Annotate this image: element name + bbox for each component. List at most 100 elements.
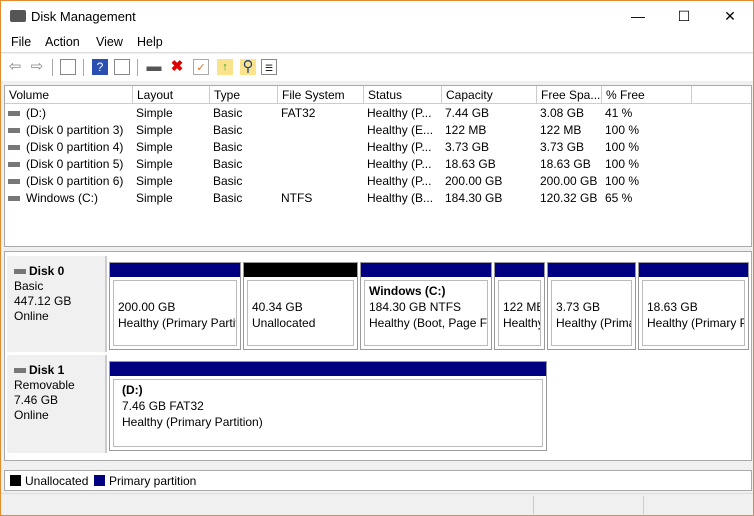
volume-row[interactable]: (Disk 0 partition 6) Simple Basic Healthy (…: [5, 173, 705, 190]
partition-bar: [361, 263, 491, 277]
cell-layout: Simple: [136, 123, 173, 137]
volume-row[interactable]: (D:) Simple Basic FAT32 Healthy (P... 7.44 GB…: [5, 105, 705, 122]
disk-0-label[interactable]: Disk 0 Basic 447.12 GB Online: [7, 256, 107, 352]
disk-icon: [14, 368, 26, 374]
partition-bar: [110, 263, 240, 277]
console-tree-icon[interactable]: [60, 59, 76, 75]
cell-capacity: 184.30 GB: [445, 191, 503, 205]
partition[interactable]: Windows (C:) 184.30 GB NTFS Healthy (Boot,…: [360, 262, 492, 350]
menu-help[interactable]: Help: [137, 35, 163, 49]
partition-bar: [244, 263, 357, 277]
help-icon[interactable]: ?: [92, 59, 108, 75]
open-icon[interactable]: ↑: [217, 59, 233, 75]
partition-title: (D:): [122, 383, 143, 397]
legend-primary-partition: Primary partition: [109, 474, 197, 488]
cell-type: Basic: [213, 191, 243, 205]
partition-box: 40.34 GB Unallocated: [247, 280, 354, 346]
cell-volume: (Disk 0 partition 6): [5, 173, 133, 190]
cell-file-system: NTFS: [281, 191, 313, 205]
partition[interactable]: 122 MB Healthy: [494, 262, 545, 350]
close-button[interactable]: ✕: [707, 1, 753, 32]
partition-status: Healthy (Primary P...: [647, 316, 744, 330]
cell-status: Healthy (B...: [367, 191, 434, 205]
partition-size: 18.63 GB: [647, 300, 698, 314]
partition-size: 122 MB: [503, 300, 541, 314]
disk-management-window: Disk Management — ☐ ✕ File Action View H…: [0, 0, 754, 516]
drive-icon: [8, 196, 20, 202]
column-type[interactable]: Type: [210, 86, 278, 104]
partition[interactable]: 18.63 GB Healthy (Primary P...: [638, 262, 749, 350]
graphical-disk-view: Disk 0 Basic 447.12 GB Online Disk 1 Remov…: [4, 251, 752, 461]
status-bar: [1, 493, 753, 515]
partition-size: 7.46 GB FAT32: [122, 399, 204, 413]
partition-box: 3.73 GB Healthy (Primary...: [551, 280, 632, 346]
column-file-system[interactable]: File System: [278, 86, 364, 104]
back-icon[interactable]: ⇦: [7, 59, 23, 75]
volume-row[interactable]: (Disk 0 partition 3) Simple Basic Healthy (…: [5, 122, 705, 139]
cell-layout: Simple: [136, 140, 173, 154]
drive-icon: [8, 162, 20, 168]
partition-status: Healthy: [503, 316, 541, 330]
partition[interactable]: 40.34 GB Unallocated: [243, 262, 358, 350]
cell-file-system: FAT32: [281, 106, 316, 120]
drive-icon: [8, 145, 20, 151]
maximize-button[interactable]: ☐: [661, 1, 707, 32]
cell-status: Healthy (P...: [367, 157, 432, 171]
cell-percent-free: 41 %: [605, 106, 633, 120]
checklist-icon[interactable]: ☰: [261, 59, 277, 75]
cell-volume: (Disk 0 partition 4): [5, 139, 133, 156]
cell-percent-free: 100 %: [605, 123, 640, 137]
cell-status: Healthy (P...: [367, 174, 432, 188]
cell-status: Healthy (P...: [367, 106, 432, 120]
minimize-button[interactable]: —: [615, 1, 661, 32]
delete-icon[interactable]: ✖: [169, 59, 185, 75]
cell-free-space: 200.00 GB: [540, 174, 598, 188]
menu-view[interactable]: View: [96, 35, 123, 49]
cell-volume: (Disk 0 partition 3): [5, 122, 133, 139]
volume-row[interactable]: (Disk 0 partition 4) Simple Basic Healthy (…: [5, 139, 705, 156]
partition-bar: [639, 263, 748, 277]
cell-free-space: 18.63 GB: [540, 157, 591, 171]
partition-status: Healthy (Primary...: [556, 316, 631, 330]
cell-free-space: 3.73 GB: [540, 140, 585, 154]
connect-disk-icon[interactable]: ▬: [146, 59, 162, 75]
cell-free-space: 120.32 GB: [540, 191, 598, 205]
explore-icon[interactable]: ⚲: [240, 59, 256, 75]
cell-status: Healthy (E...: [367, 123, 434, 137]
disk-icon: [14, 269, 26, 275]
column-capacity[interactable]: Capacity: [442, 86, 537, 104]
partition-box: Windows (C:) 184.30 GB NTFS Healthy (Boot,…: [364, 280, 488, 346]
column-status[interactable]: Status: [364, 86, 442, 104]
menu-action[interactable]: Action: [45, 35, 80, 49]
legend: Unallocated Primary partition: [4, 470, 752, 491]
cell-percent-free: 65 %: [605, 191, 633, 205]
partition-status: Healthy (Primary Partition): [122, 415, 263, 429]
partition[interactable]: 3.73 GB Healthy (Primary...: [547, 262, 636, 350]
volume-row[interactable]: Windows (C:) Simple Basic NTFS Healthy (B...…: [5, 190, 705, 207]
cell-type: Basic: [213, 140, 243, 154]
properties-icon[interactable]: ✓: [193, 59, 209, 75]
column-percent-free[interactable]: % Free: [602, 86, 692, 104]
legend-swatch-unallocated: [10, 475, 21, 486]
window-title: Disk Management: [31, 9, 136, 24]
cell-percent-free: 100 %: [605, 157, 640, 171]
column-layout[interactable]: Layout: [133, 86, 210, 104]
volume-row[interactable]: (Disk 0 partition 5) Simple Basic Healthy (…: [5, 156, 705, 173]
partition[interactable]: 200.00 GB Healthy (Primary Partition): [109, 262, 241, 350]
legend-unallocated: Unallocated: [25, 474, 89, 488]
action-pane-icon[interactable]: [114, 59, 130, 75]
partition-size: 200.00 GB: [118, 300, 176, 314]
forward-icon[interactable]: ⇨: [29, 59, 45, 75]
drive-icon: [8, 128, 20, 134]
partition-status: Healthy (Boot, Page File...: [369, 316, 488, 330]
volume-list: Volume Layout Type File System Status Ca…: [4, 85, 752, 247]
cell-layout: Simple: [136, 157, 173, 171]
drive-icon: [8, 179, 20, 185]
column-free-space[interactable]: Free Spa...: [537, 86, 602, 104]
menu-file[interactable]: File: [11, 35, 31, 49]
disk-1-label[interactable]: Disk 1 Removable 7.46 GB Online: [7, 355, 107, 453]
partition[interactable]: (D:) 7.46 GB FAT32 Healthy (Primary Partit…: [109, 361, 547, 451]
partition-status: Unallocated: [252, 316, 316, 330]
column-volume[interactable]: Volume: [5, 86, 133, 104]
cell-capacity: 7.44 GB: [445, 106, 490, 120]
